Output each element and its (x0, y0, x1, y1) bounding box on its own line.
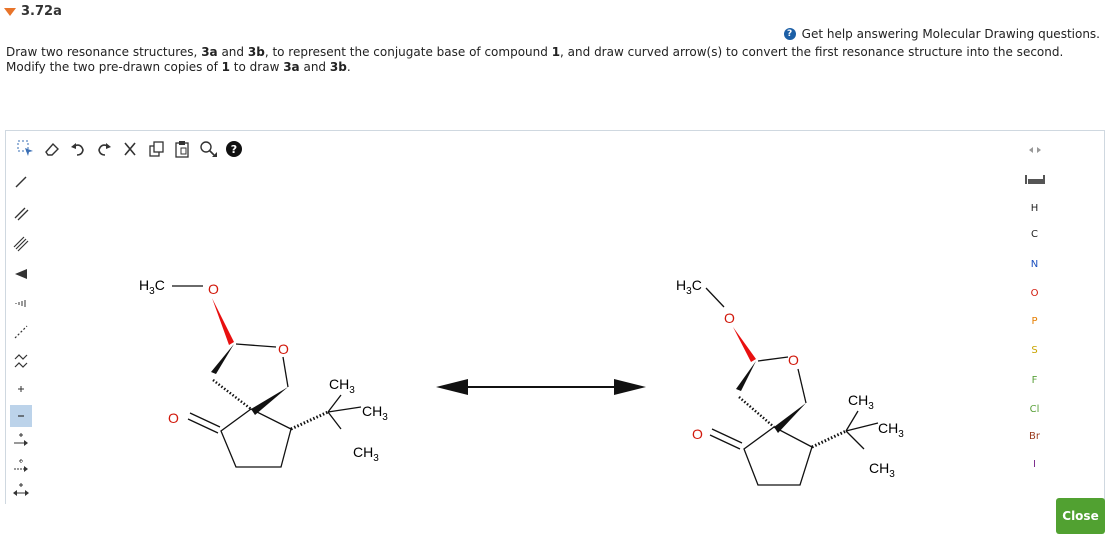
instr-text: , and draw curved arrow(s) to convert th… (560, 45, 1064, 59)
instructions: Draw two resonance structures, 3a and 3b… (6, 45, 1063, 75)
cyclopentane (220, 408, 292, 468)
svg-text:CH3: CH3 (869, 460, 895, 480)
element-o[interactable]: O (1017, 288, 1052, 299)
help-text: Get help answering Molecular Drawing que… (801, 27, 1100, 41)
instr-text: , to represent the conjugate base of com… (264, 45, 552, 59)
element-c[interactable]: C (1017, 229, 1052, 240)
molecule-1[interactable]: H3C O O O CH3 CH3 CH3 (139, 277, 388, 468)
element-h[interactable]: H (1017, 203, 1052, 214)
resonance-arrow[interactable] (436, 379, 646, 395)
instr-bold: 1 (551, 45, 561, 59)
cyclopentane (743, 426, 813, 486)
question-number: 3.72a (21, 4, 62, 19)
help-link[interactable]: ? Get help answering Molecular Drawing q… (783, 27, 1100, 41)
svg-text:CH3: CH3 (362, 403, 388, 423)
svg-text:CH3: CH3 (329, 376, 355, 396)
instr-text: . (346, 60, 351, 74)
element-s[interactable]: S (1017, 345, 1052, 356)
negative-charge-tool[interactable] (10, 405, 32, 427)
molecule-2[interactable]: H3C O O O CH3 CH3 CH3 (676, 277, 904, 486)
svg-text:CH3: CH3 (878, 420, 904, 440)
instr-bold: 3b (329, 60, 347, 74)
select-icon[interactable] (16, 139, 36, 159)
instr-bold: 1 (221, 60, 230, 74)
cut-icon[interactable] (120, 139, 140, 159)
chain-tool[interactable] (10, 350, 32, 372)
ketone-oxygen: O (692, 426, 703, 442)
eraser-icon[interactable] (42, 139, 62, 159)
charge-arrow-tool[interactable] (10, 430, 32, 452)
close-button[interactable]: Close (1056, 498, 1105, 534)
element-n[interactable]: N (1017, 259, 1052, 270)
question-header[interactable]: 3.72a (4, 4, 62, 19)
instr-text: to draw (229, 60, 284, 74)
double-arrow-tool[interactable] (10, 480, 32, 502)
molecule-editor: ? H3C O O O CH3 CH3 CH3 H3C O O O CH3 CH… (5, 130, 1105, 534)
periodic-table-icon[interactable] (1017, 173, 1052, 188)
methyl-label: H3C (139, 277, 165, 297)
ring-oxygen: O (788, 352, 799, 368)
instr-bold: 3b (247, 45, 265, 59)
single-bond-tool[interactable] (10, 171, 32, 193)
svg-text:?: ? (231, 143, 237, 156)
copy-icon[interactable] (146, 139, 166, 159)
instruction-line-1: Draw two resonance structures, 3a and 3b… (6, 45, 1063, 60)
instr-bold: 3a (283, 60, 300, 74)
help-circle-icon: ? (783, 28, 796, 40)
wedge-bond-tool[interactable] (10, 263, 32, 285)
svg-text:CH3: CH3 (848, 392, 874, 412)
methoxy-oxygen: O (724, 310, 735, 326)
zoom-icon[interactable] (198, 139, 218, 159)
instr-bold: 3a (201, 45, 218, 59)
hash-bond (811, 429, 847, 449)
paste-icon[interactable] (172, 139, 192, 159)
hash-bond (738, 396, 775, 428)
element-i[interactable]: I (1017, 459, 1052, 470)
instruction-line-2: Modify the two pre-drawn copies of 1 to … (6, 60, 1063, 75)
dashed-bond-tool[interactable] (10, 321, 32, 343)
bond-tools (6, 167, 36, 504)
hash-bond-tool[interactable] (10, 292, 32, 314)
instr-text: Modify the two pre-drawn copies of (6, 60, 222, 74)
undo-icon[interactable] (68, 139, 88, 159)
editor-toolbar: ? (6, 131, 271, 167)
methyl-label: H3C (676, 277, 702, 297)
redo-icon[interactable] (94, 139, 114, 159)
element-f[interactable]: F (1017, 375, 1052, 386)
positive-charge-tool[interactable] (10, 378, 32, 400)
element-cl[interactable]: Cl (1017, 404, 1052, 415)
radical-arrow-tool[interactable] (10, 456, 32, 478)
drawing-canvas[interactable]: H3C O O O CH3 CH3 CH3 H3C O O O CH3 CH3 … (36, 167, 1016, 504)
svg-text:CH3: CH3 (353, 444, 379, 464)
instr-text: and (299, 60, 330, 74)
ring-oxygen: O (278, 341, 289, 357)
collapse-triangle-icon[interactable] (4, 7, 16, 16)
instr-text: and (217, 45, 248, 59)
hash-bond (212, 379, 252, 410)
double-bond-tool[interactable] (10, 203, 32, 225)
element-palette: H C N O P S F Cl Br I (1017, 131, 1052, 504)
element-p[interactable]: P (1017, 316, 1052, 327)
methoxy-oxygen: O (208, 281, 219, 297)
element-br[interactable]: Br (1017, 431, 1052, 442)
help-icon[interactable]: ? (224, 139, 244, 159)
hash-bond (290, 410, 329, 431)
triple-bond-tool[interactable] (10, 233, 32, 255)
instr-text: Draw two resonance structures, (6, 45, 202, 59)
palette-scroll-arrows-icon[interactable] (1017, 145, 1052, 158)
ketone-oxygen: O (168, 410, 179, 426)
